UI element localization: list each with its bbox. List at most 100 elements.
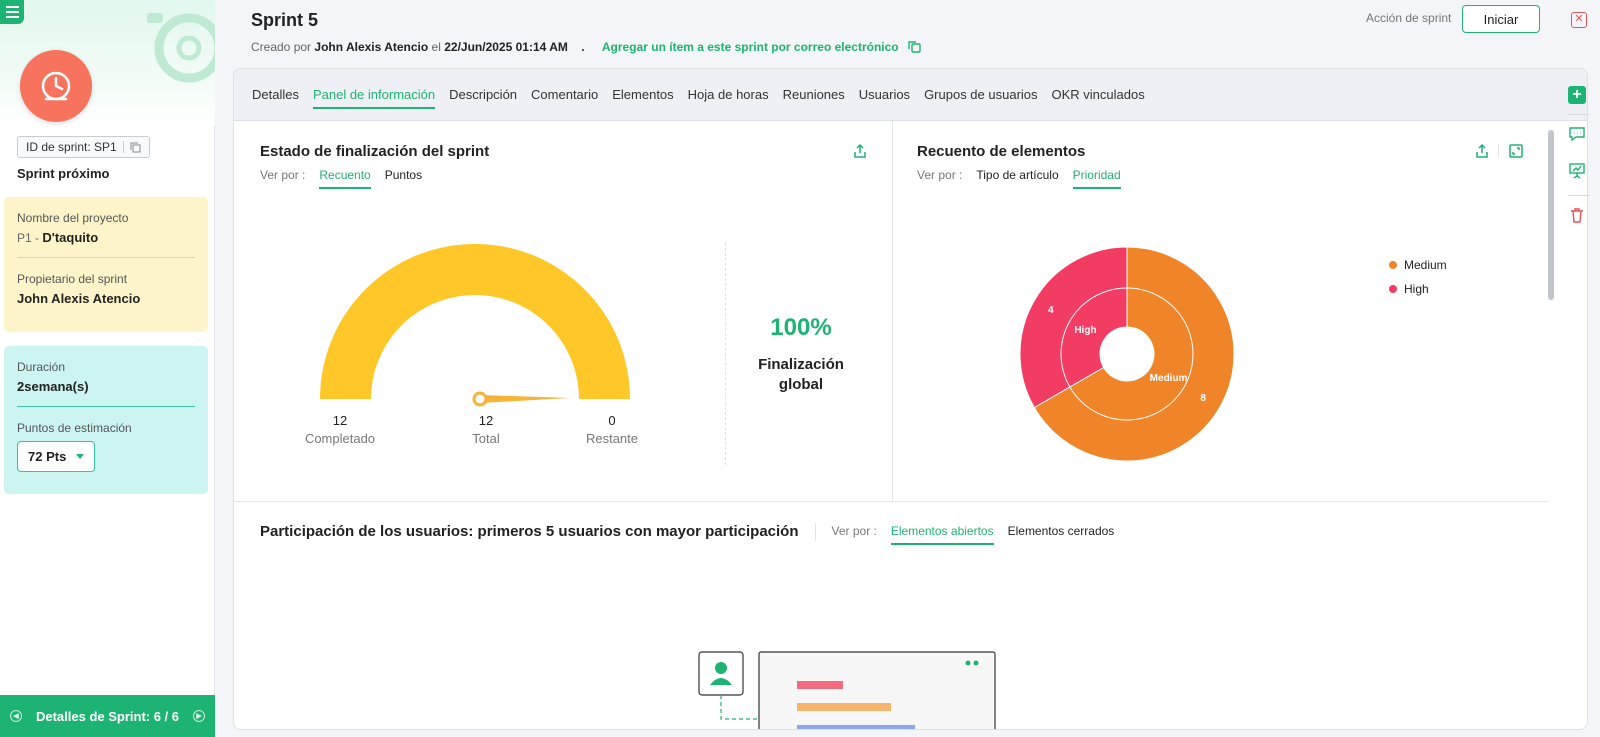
export-icon[interactable]: [1474, 143, 1490, 159]
view-option-points[interactable]: Puntos: [385, 168, 422, 189]
add-icon[interactable]: +: [1568, 86, 1586, 104]
items-view-by: Ver por : Tipo de artículo Prioridad: [917, 168, 1121, 189]
section-divider: [234, 501, 1549, 502]
participation-view-by: Ver por : Elementos abiertos Elementos c…: [831, 524, 1115, 545]
tab-3[interactable]: Comentario: [531, 81, 598, 108]
right-action-rail: +: [1568, 86, 1590, 229]
tab-2[interactable]: Descripción: [449, 81, 517, 108]
overall-label-line2: global: [778, 376, 824, 393]
created-by-user: John Alexis Atencio: [314, 40, 429, 54]
dashboard-panel: Detalles Panel de información Descripción C…: [233, 68, 1588, 730]
participation-header: Participación de los usuarios: primeros …: [260, 521, 1114, 545]
tab-0[interactable]: Detalles: [252, 81, 299, 108]
created-on-date: 22/Jun/2025 01:14 AM: [444, 40, 568, 54]
view-option-item-type[interactable]: Tipo de artículo: [976, 168, 1058, 189]
tab-bar: Detalles Panel de información Descripción C…: [234, 69, 1587, 121]
project-card: Nombre del proyecto P1 - D'taquito Propi…: [4, 197, 208, 332]
overall-label-line1: Finalización: [758, 356, 844, 373]
page-title: Sprint 5: [251, 10, 319, 30]
view-by-label: Ver por :: [260, 168, 306, 182]
items-widget-header: Recuento de elementos Ver por : Tipo de …: [917, 143, 1121, 189]
sprint-sidebar: ID de sprint: SP1 Sprint próximo Nombre …: [0, 0, 215, 737]
legend-label: High: [1404, 282, 1429, 296]
completion-view-by: Ver por : Recuento Puntos: [260, 168, 489, 189]
menu-icon[interactable]: [0, 0, 24, 24]
sprint-clock-icon: [20, 50, 92, 122]
sprint-action-label: Acción de sprint: [1366, 11, 1452, 25]
items-title: Recuento de elementos: [917, 143, 1086, 160]
view-by-label: Ver por :: [831, 524, 877, 538]
export-icon[interactable]: [852, 143, 868, 159]
copy-icon[interactable]: [130, 142, 141, 153]
close-icon[interactable]: ✕: [1571, 12, 1587, 28]
empty-state-illustration: [698, 651, 996, 729]
created-on-label: el: [431, 40, 441, 54]
points-value: 72 Pts: [28, 449, 67, 464]
sprint-meta: Creado por John Alexis Atencio el 22/Jun…: [251, 40, 921, 54]
presentation-icon[interactable]: [1568, 162, 1586, 180]
gauge-divider: [725, 243, 726, 465]
view-option-priority[interactable]: Prioridad: [1072, 168, 1121, 189]
slice-value-high: 4: [1048, 305, 1054, 316]
legend-item-medium[interactable]: Medium: [1389, 258, 1447, 272]
icon-separator: [1498, 144, 1499, 158]
overall-label: Finalización global: [711, 355, 891, 395]
email-item-link[interactable]: Agregar un ítem a este sprint por correo…: [602, 40, 899, 54]
widget-divider: [892, 121, 893, 501]
copy-email-icon[interactable]: [908, 41, 921, 53]
start-sprint-button[interactable]: Iniciar: [1462, 5, 1540, 33]
participation-title: Participación de los usuarios: primeros …: [260, 523, 799, 540]
remaining-stat: 0 Restante: [570, 413, 654, 446]
chat-icon[interactable]: [1568, 125, 1586, 143]
duration-value: 2semana(s): [17, 379, 89, 394]
view-option-closed-items[interactable]: Elementos cerrados: [1008, 524, 1115, 545]
next-right-icon[interactable]: ▶: [192, 710, 205, 722]
tab-8[interactable]: Grupos de usuarios: [924, 81, 1037, 108]
legend-dot: [1389, 285, 1397, 293]
total-label: Total: [472, 431, 500, 446]
gauge-needle: [480, 395, 570, 403]
completion-widget-header: Estado de finalización del sprint Ver po…: [260, 143, 489, 189]
view-by-label: Ver por :: [917, 168, 963, 182]
tab-1[interactable]: Panel de información: [312, 81, 436, 109]
collapse-left-icon[interactable]: ◀: [10, 710, 22, 722]
view-option-count[interactable]: Recuento: [319, 168, 371, 189]
total-stat: 12 Total: [444, 413, 528, 446]
vertical-scrollbar[interactable]: [1548, 130, 1554, 300]
tab-9[interactable]: OKR vinculados: [1052, 81, 1145, 108]
slice-value-medium: 8: [1200, 393, 1206, 404]
sprint-id-text: ID de sprint: SP1: [26, 140, 117, 154]
slice-label-high: High: [1074, 325, 1096, 336]
owner-label: Propietario del sprint: [17, 272, 128, 286]
decorative-timer-icon: [147, 13, 215, 83]
completion-gauge: [320, 244, 630, 407]
remaining-label: Restante: [585, 431, 639, 446]
trash-icon[interactable]: [1568, 206, 1586, 224]
points-select[interactable]: 72 Pts: [17, 441, 96, 472]
sprint-id-badge: ID de sprint: SP1: [17, 136, 150, 158]
legend-item-high[interactable]: High: [1389, 282, 1447, 296]
completed-stat: 12 Completado: [298, 413, 382, 446]
chart-legend: Medium High: [1389, 258, 1447, 306]
completion-title: Estado de finalización del sprint: [260, 143, 490, 160]
created-by-label: Creado por: [251, 40, 312, 54]
points-label: Puntos de estimación: [17, 421, 132, 435]
tab-6[interactable]: Reuniones: [783, 81, 845, 108]
overall-percent: 100%: [770, 314, 832, 341]
tab-7[interactable]: Usuarios: [859, 81, 910, 108]
expand-icon[interactable]: [1508, 143, 1524, 159]
sprint-details-footer[interactable]: ◀ Detalles de Sprint: 6 / 6 ▶: [0, 695, 215, 737]
project-value[interactable]: P1 - D'taquito: [17, 230, 195, 245]
view-option-open-items[interactable]: Elementos abiertos: [890, 524, 994, 545]
chevron-down-icon: [76, 454, 85, 459]
duration-label: Duración: [17, 360, 66, 374]
sprint-status: Sprint próximo: [17, 166, 110, 181]
remaining-value: 0: [608, 413, 616, 428]
project-name[interactable]: D'taquito: [42, 230, 98, 245]
project-label: Nombre del proyecto: [17, 211, 129, 225]
owner-name[interactable]: John Alexis Atencio: [17, 291, 195, 306]
completed-label: Completado: [304, 431, 376, 446]
legend-label: Medium: [1404, 258, 1447, 272]
tab-4[interactable]: Elementos: [612, 81, 673, 108]
tab-5[interactable]: Hoja de horas: [688, 81, 769, 108]
